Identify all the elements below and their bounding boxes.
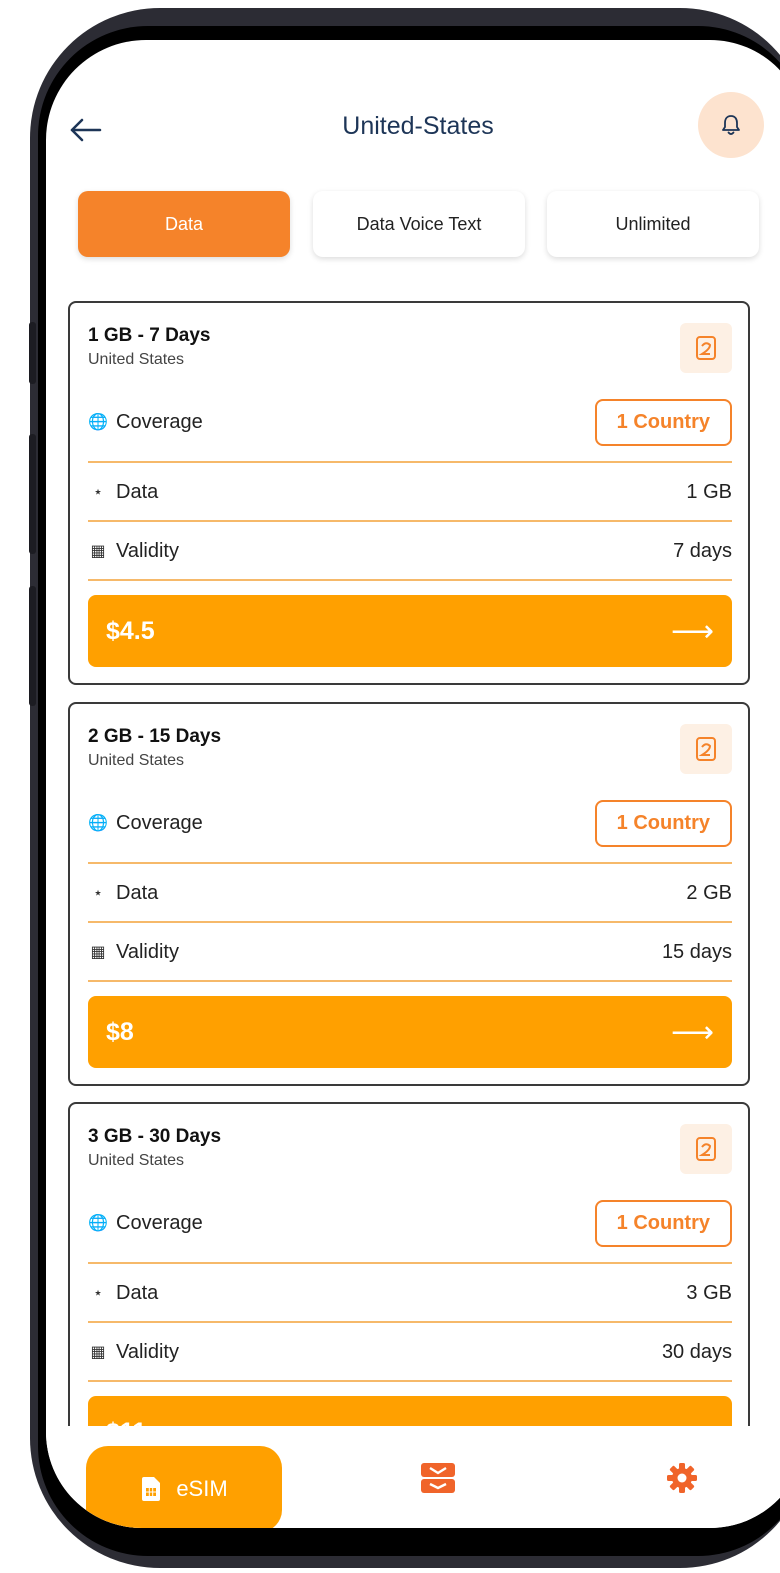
- data-value: 1 GB: [686, 480, 732, 503]
- validity-label: Validity: [116, 940, 179, 963]
- gear-icon: [667, 1463, 697, 1493]
- calendar-icon: ▦: [90, 543, 106, 560]
- buy-button[interactable]: $8 ⟶: [88, 996, 732, 1068]
- page-title: United-States: [342, 112, 494, 140]
- coverage-label: Coverage: [116, 811, 203, 834]
- data-value: 3 GB: [686, 1281, 732, 1304]
- data-label: Data: [116, 1281, 159, 1304]
- validity-label: Validity: [116, 1340, 179, 1363]
- plan-country: United States: [88, 1152, 185, 1169]
- buy-button[interactable]: $4.5 ⟶: [88, 595, 732, 667]
- data-row: ⋆ Data 2 GB: [88, 864, 732, 922]
- plan-card[interactable]: 1 GB - 7 Days United States 🌐 Coverage 1 …: [68, 301, 750, 685]
- nav-settings-button[interactable]: [666, 1462, 698, 1499]
- price-label: $4.5: [106, 616, 155, 645]
- signal-icon: ⋆: [92, 484, 103, 501]
- tab-unlimited[interactable]: Unlimited: [547, 191, 759, 257]
- device-button-mute: [29, 322, 36, 384]
- divider: [88, 579, 732, 581]
- device-button-volume-down: [29, 586, 36, 706]
- plan-country: United States: [88, 752, 185, 769]
- validity-row: ▦ Validity 15 days: [88, 923, 732, 981]
- price-label: $8: [106, 1017, 134, 1046]
- data-label: Data: [116, 881, 159, 904]
- tab-data[interactable]: Data: [78, 191, 290, 257]
- nav-orders-button[interactable]: [420, 1462, 456, 1499]
- notification-button[interactable]: [698, 92, 764, 158]
- globe-icon: 🌐: [88, 815, 108, 832]
- esim-chip-icon: [680, 724, 732, 774]
- bottom-navigation: eSIM: [46, 1426, 780, 1528]
- validity-row: ▦ Validity 7 days: [88, 522, 732, 580]
- globe-icon: 🌐: [88, 1215, 108, 1232]
- validity-value: 15 days: [661, 940, 732, 963]
- esim-chip-icon: [680, 1124, 732, 1174]
- divider: [88, 1380, 732, 1382]
- arrow-right-icon: ⟶: [670, 1015, 714, 1049]
- coverage-label: Coverage: [116, 1211, 203, 1234]
- data-value: 2 GB: [686, 881, 732, 904]
- sim-card-icon: [142, 1477, 161, 1501]
- plan-name: 1 GB - 7 Days: [88, 325, 211, 346]
- inbox-icon: [421, 1463, 455, 1493]
- coverage-badge: 1 Country: [594, 799, 732, 847]
- validity-value: 7 days: [673, 539, 732, 562]
- coverage-badge: 1 Country: [594, 398, 732, 446]
- nav-esim-button[interactable]: eSIM: [86, 1446, 282, 1528]
- signal-icon: ⋆: [92, 885, 103, 902]
- app-screen: United-States Data Data Voice Text Unlim…: [46, 40, 780, 1528]
- coverage-row: 🌐 Coverage 1 Country: [88, 794, 732, 852]
- validity-label: Validity: [116, 539, 179, 562]
- globe-icon: 🌐: [88, 414, 108, 431]
- tab-data-voice-text[interactable]: Data Voice Text: [313, 191, 525, 257]
- data-row: ⋆ Data 3 GB: [88, 1264, 732, 1322]
- calendar-icon: ▦: [90, 1344, 106, 1361]
- calendar-icon: ▦: [90, 944, 106, 961]
- plan-name: 3 GB - 30 Days: [88, 1126, 222, 1147]
- validity-row: ▦ Validity 30 days: [88, 1323, 732, 1381]
- esim-chip-icon: [680, 323, 732, 373]
- nav-esim-label: eSIM: [176, 1476, 228, 1501]
- device-button-volume-up: [29, 434, 36, 554]
- plan-country: United States: [88, 351, 185, 368]
- divider: [88, 980, 732, 982]
- coverage-badge: 1 Country: [594, 1199, 732, 1247]
- validity-value: 30 days: [661, 1340, 732, 1363]
- signal-icon: ⋆: [92, 1285, 103, 1302]
- coverage-row: 🌐 Coverage 1 Country: [88, 1194, 732, 1252]
- arrow-right-icon: ⟶: [670, 614, 714, 648]
- coverage-label: Coverage: [116, 410, 203, 433]
- data-label: Data: [116, 480, 159, 503]
- plan-card[interactable]: 2 GB - 15 Days United States 🌐 Coverage 1…: [68, 702, 750, 1086]
- plan-name: 2 GB - 15 Days: [88, 726, 222, 747]
- data-row: ⋆ Data 1 GB: [88, 463, 732, 521]
- coverage-row: 🌐 Coverage 1 Country: [88, 393, 732, 451]
- bell-icon: [722, 115, 740, 135]
